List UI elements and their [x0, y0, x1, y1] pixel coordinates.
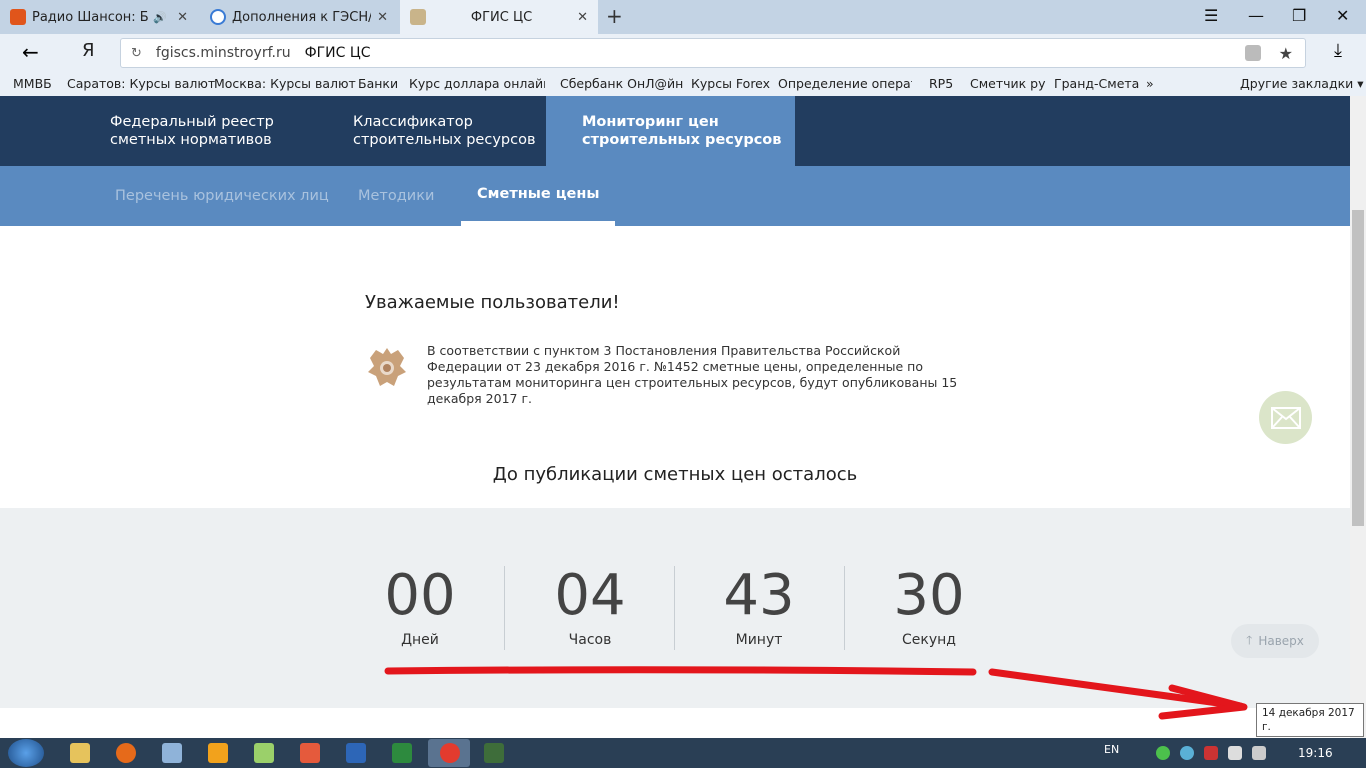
taskbar-clock[interactable]: 19:16 [1298, 746, 1333, 760]
tray-icon[interactable] [1204, 746, 1218, 760]
windows-taskbar [0, 738, 1366, 768]
firefox-icon[interactable] [116, 743, 136, 763]
app-icon[interactable] [300, 743, 320, 763]
mail-icon [1270, 406, 1301, 429]
excel-icon[interactable] [392, 743, 412, 763]
notes-icon[interactable] [254, 743, 274, 763]
scroll-to-top-button[interactable]: 🡑 Наверх [1231, 624, 1319, 658]
media-player-icon[interactable] [208, 743, 228, 763]
tray-icon[interactable] [1180, 746, 1194, 760]
start-button-icon[interactable] [8, 739, 44, 767]
explorer-icon[interactable] [70, 743, 90, 763]
network-icon[interactable] [1252, 746, 1266, 760]
tray-icon[interactable] [1156, 746, 1170, 760]
terminal-icon[interactable] [484, 743, 504, 763]
red-annotation-arrow [384, 666, 1248, 720]
date-tooltip: 14 декабря 2017 г. четверг [1256, 703, 1364, 747]
arrow-up-icon: 🡑 [1246, 632, 1253, 647]
word-icon[interactable] [346, 743, 366, 763]
volume-icon[interactable] [1228, 746, 1242, 760]
language-indicator[interactable]: EN [1104, 743, 1119, 756]
calculator-icon[interactable] [162, 743, 182, 763]
yandex-browser-icon [440, 743, 460, 763]
feedback-mail-button[interactable] [1259, 391, 1312, 444]
scrollbar-thumb[interactable] [1352, 210, 1364, 526]
